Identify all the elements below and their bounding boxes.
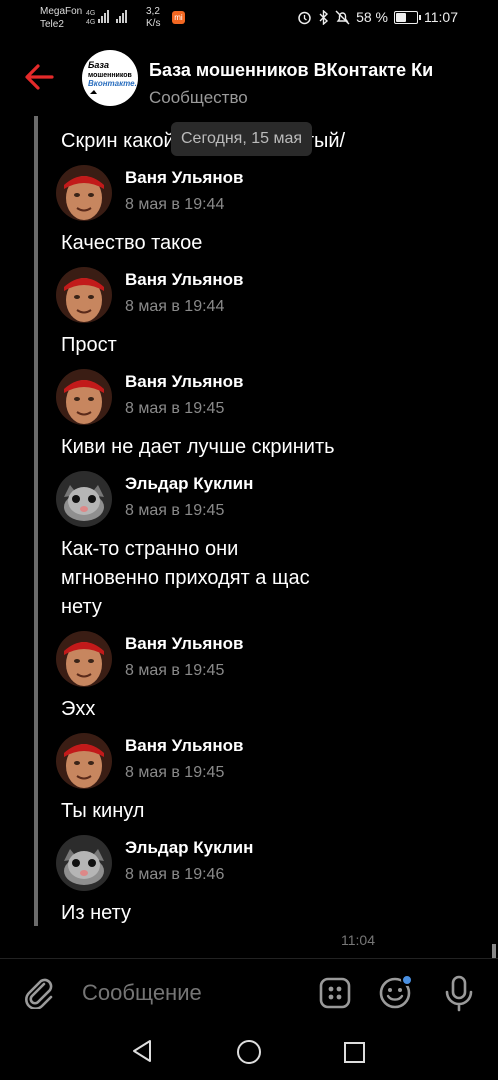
message-header: Ваня Ульянов 8 мая в 19:45 [56, 733, 456, 789]
battery-icon [394, 10, 421, 24]
chat-header: База мошенников Вконтакте. База мошенник… [0, 40, 498, 112]
alarm-icon [298, 11, 311, 24]
message-timestamp: 8 мая в 19:46 [125, 866, 225, 883]
date-chip: Сегодня, 15 мая [171, 122, 313, 156]
author-name[interactable]: Ваня Ульянов [125, 634, 243, 654]
carrier-2: Tele2 [40, 19, 64, 30]
author-name[interactable]: Ваня Ульянов [125, 270, 243, 290]
avatar[interactable] [56, 267, 112, 323]
author-name[interactable]: Ваня Ульянов [125, 372, 243, 392]
message-text: Киви не дает лучше скринить [61, 436, 335, 458]
message-text: Прост [61, 334, 117, 356]
avatar-face-image [56, 369, 112, 425]
speed-unit: K/s [146, 18, 161, 29]
message-timestamp: 8 мая в 19:45 [125, 764, 225, 781]
signal-icon: 4G 4G [86, 10, 127, 26]
message-input[interactable] [80, 979, 304, 1007]
keyboard-icon[interactable] [318, 976, 352, 1010]
network-speed: 3,2 K/s [146, 6, 160, 30]
notification-app-icon: mi [172, 11, 185, 24]
message-text: Эхх [61, 698, 96, 720]
carrier-names: MegaFon Tele2 [40, 5, 82, 31]
author-name[interactable]: Ваня Ульянов [125, 168, 243, 188]
author-name[interactable]: Эльдар Куклин [125, 474, 253, 494]
avatar[interactable] [56, 631, 112, 687]
logo-line-2: мошенников [88, 72, 133, 79]
message-header: Ваня Ульянов 8 мая в 19:45 [56, 631, 456, 687]
message-timestamp: 8 мая в 19:45 [125, 502, 225, 519]
message-text: Качество такое [61, 232, 203, 254]
status-bar: MegaFon Tele2 4G 4G 3,2 K/s mi 58 % 11:0… [0, 0, 498, 38]
message-text: Ты кинул [61, 800, 145, 822]
avatar[interactable] [56, 165, 112, 221]
author-name[interactable]: Ваня Ульянов [125, 736, 243, 756]
avatar[interactable] [56, 835, 112, 891]
avatar-cat-image [56, 471, 112, 527]
carrier-1: MegaFon [40, 6, 83, 17]
bluetooth-icon [319, 9, 329, 25]
message-header: Ваня Ульянов 8 мая в 19:45 [56, 369, 456, 425]
battery-fill [396, 12, 406, 22]
avatar[interactable] [56, 471, 112, 527]
speed-value: 3,2 [146, 6, 160, 17]
message-header: Ваня Ульянов 8 мая в 19:44 [56, 165, 456, 221]
emoji-icon[interactable] [378, 974, 414, 1010]
message-header: Эльдар Куклин 8 мая в 19:46 [56, 835, 456, 891]
message-header: Эльдар Куклин 8 мая в 19:45 [56, 471, 456, 527]
avatar-face-image [56, 631, 112, 687]
community-logo: База мошенников Вконтакте. [88, 60, 137, 94]
message-timestamp: 8 мая в 19:44 [125, 196, 225, 213]
scrollbar[interactable] [492, 944, 496, 958]
message-timestamp: 8 мая в 19:45 [125, 662, 225, 679]
message-composer [0, 958, 498, 1029]
message-timestamp: 8 мая в 19:45 [125, 400, 225, 417]
status-right: 58 % 11:07 [297, 9, 458, 25]
mute-bell-icon [335, 10, 350, 24]
forwarded-messages-bar [34, 116, 38, 926]
avatar-cat-image [56, 835, 112, 891]
system-nav-bar [0, 1028, 498, 1080]
avatar[interactable] [56, 733, 112, 789]
nav-recents-icon[interactable] [344, 1042, 365, 1063]
avatar-face-image [56, 165, 112, 221]
message-text: нету [61, 596, 102, 618]
avatar-face-image [56, 733, 112, 789]
logo-line-1: База [88, 60, 109, 70]
net-type-1: 4G [86, 10, 95, 17]
message-header: Ваня Ульянов 8 мая в 19:44 [56, 267, 456, 323]
clock: 11:07 [424, 9, 458, 25]
avatar-face-image [56, 267, 112, 323]
net-type-2: 4G [86, 19, 95, 26]
battery-percent: 58 % [356, 9, 388, 25]
attach-icon[interactable] [22, 975, 56, 1009]
back-arrow-icon[interactable] [22, 60, 56, 94]
avatar[interactable] [56, 369, 112, 425]
message-text: Как-то странно они [61, 538, 239, 560]
nav-home-icon[interactable] [237, 1040, 261, 1064]
logo-line-3: Вконтакте. [88, 79, 137, 88]
message-text: мгновенно приходят а щас [61, 567, 310, 589]
message-text: Из нету [61, 902, 131, 924]
community-avatar[interactable]: База мошенников Вконтакте. [82, 50, 138, 106]
community-title[interactable]: База мошенников ВКонтакте Ки [149, 60, 433, 81]
microphone-icon[interactable] [442, 974, 476, 1012]
message-timestamp: 8 мая в 19:44 [125, 298, 225, 315]
author-name[interactable]: Эльдар Куклин [125, 838, 253, 858]
community-subtitle: Сообщество [149, 88, 248, 107]
message-time: 11:04 [341, 932, 375, 948]
nav-back-icon[interactable] [131, 1039, 153, 1063]
